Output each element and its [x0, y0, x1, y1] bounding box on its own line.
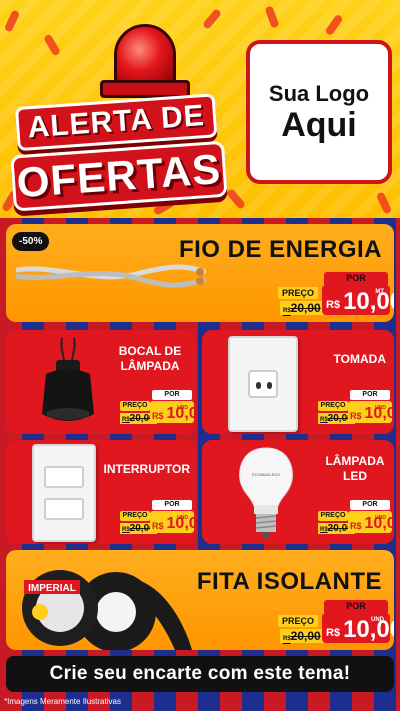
product-card-bocal[interactable]: BOCAL DE LÂMPADA POR PREÇO R$20,00 R$ 10… — [6, 330, 196, 434]
confetti-decoration — [324, 13, 344, 37]
por-label: POR — [350, 500, 390, 510]
unit-label: UND — [375, 405, 386, 411]
confetti-decoration — [375, 191, 393, 215]
old-price-currency: R$ — [320, 417, 328, 423]
current-price: R$ 10,00 MT — [322, 285, 394, 315]
lampholder-icon — [42, 338, 94, 421]
current-price: R$ 10,00 UND — [150, 511, 196, 533]
product-title: INTERRUPTOR — [103, 462, 190, 476]
product-title: FITA ISOLANTE — [196, 568, 382, 595]
currency-label: R$ — [326, 627, 341, 639]
product-card-tomada[interactable]: TOMADA POR PREÇO R$20,00 R$ 10,00 UND — [202, 330, 394, 434]
preco-label: PREÇO — [278, 615, 318, 627]
disclaimer-text: *Imagens Meramente Ilustrativas — [4, 697, 121, 706]
old-price-currency: R$ — [283, 308, 291, 314]
old-price-value: 20,00 — [290, 629, 321, 643]
current-price: R$ 10,00 UND — [150, 401, 196, 423]
wire-icon — [16, 264, 206, 288]
por-label: POR — [152, 500, 192, 510]
por-label: POR — [152, 390, 192, 400]
preco-label: PREÇO — [318, 511, 348, 521]
alert-title-line2: OFERTAS — [10, 140, 228, 212]
siren-icon — [96, 18, 192, 100]
bulb-brand-text: ECOMAXLEDS — [252, 472, 280, 477]
led-bulb-icon: ECOMAXLEDS — [239, 447, 293, 538]
outlet-icon — [228, 336, 298, 432]
flyer: ALERTA DE OFERTAS Sua Logo Aqui -50% FIO… — [0, 0, 400, 711]
old-price: R$20,00 — [280, 629, 324, 643]
current-price: R$ 10,00 UND — [348, 511, 394, 533]
currency-label: R$ — [152, 411, 164, 421]
preco-label: PREÇO — [120, 511, 150, 521]
logo-placeholder[interactable]: Sua Logo Aqui — [246, 40, 392, 184]
price-value: 10,00 — [343, 616, 394, 643]
product-title: LÂMPADA LED — [320, 454, 390, 484]
unit-label: UND — [177, 515, 188, 521]
currency-label: R$ — [326, 299, 341, 311]
price-block: POR PREÇO R$20,00 R$ 10,00 MT — [278, 272, 394, 318]
old-price-currency: R$ — [122, 417, 130, 423]
light-switch-icon — [32, 444, 96, 542]
unit-label: UND — [177, 405, 188, 411]
currency-label: R$ — [350, 411, 362, 421]
old-price-currency: R$ — [122, 527, 130, 533]
logo-text-line2: Aqui — [281, 106, 357, 144]
price-block: POR PREÇO R$20,00 R$ 10,00 UND — [316, 390, 394, 430]
tape-brand-text: IMPERIAL — [28, 583, 76, 594]
currency-label: R$ — [152, 521, 164, 531]
preco-label: PREÇO — [278, 287, 318, 299]
unit-label: UND — [371, 617, 384, 623]
product-card-lampada[interactable]: ECOMAXLEDS LÂMPADA LED POR PREÇO R$20,00… — [202, 440, 394, 544]
price-block: POR PREÇO R$20,00 R$ 10,00 UND — [316, 500, 394, 540]
product-card-interruptor[interactable]: INTERRUPTOR POR PREÇO R$20,00 R$ 10,00 U… — [6, 440, 196, 544]
por-label: POR — [350, 390, 390, 400]
old-price-currency: R$ — [320, 527, 328, 533]
product-title: TOMADA — [333, 352, 386, 366]
old-price: R$20,00 — [280, 301, 324, 315]
product-title-line2: LED — [343, 469, 367, 483]
logo-text-line1: Sua Logo — [268, 81, 370, 106]
product-title: BOCAL DE LÂMPADA — [110, 344, 190, 374]
unit-label: UND — [375, 515, 386, 521]
confetti-decoration — [264, 5, 280, 29]
preco-label: PREÇO — [120, 401, 150, 411]
price-block: POR PREÇO R$20,00 R$ 10,00 UND — [118, 390, 196, 430]
currency-label: R$ — [350, 521, 362, 531]
preco-label: PREÇO — [318, 401, 348, 411]
product-card-fio[interactable]: -50% FIO DE ENERGIA POR PREÇO R$20,00 R$… — [6, 224, 394, 322]
alert-title: ALERTA DE OFERTAS — [7, 92, 233, 212]
confetti-decoration — [201, 8, 223, 30]
product-title: FIO DE ENERGIA — [178, 236, 382, 263]
por-label: POR — [324, 272, 388, 285]
price-block: POR PREÇO R$20,00 R$ 10,00 UND — [278, 600, 394, 646]
price-value: 10,00 — [343, 288, 394, 315]
confetti-decoration — [43, 33, 61, 57]
discount-badge: -50% — [12, 232, 50, 251]
header-banner: ALERTA DE OFERTAS Sua Logo Aqui — [0, 0, 400, 218]
current-price: R$ 10,00 UND — [322, 613, 394, 643]
confetti-decoration — [3, 9, 21, 33]
por-label: POR — [324, 600, 388, 613]
product-title-line1: BOCAL DE — [118, 344, 182, 358]
old-price-currency: R$ — [283, 636, 291, 642]
old-price-value: 20,00 — [290, 301, 321, 315]
cta-banner[interactable]: Crie seu encarte com este tema! — [6, 656, 394, 692]
product-title-line1: LÂMPADA — [325, 454, 385, 468]
unit-label: MT — [375, 289, 384, 295]
product-card-fita[interactable]: IMPERIAL FITA ISOLANTE POR PREÇO R$20,00… — [6, 550, 394, 650]
current-price: R$ 10,00 UND — [348, 401, 394, 423]
price-block: POR PREÇO R$20,00 R$ 10,00 UND — [118, 500, 196, 540]
insulating-tape-icon: IMPERIAL — [22, 570, 192, 650]
product-title-line2: LÂMPADA — [120, 359, 180, 373]
confetti-decoration — [225, 188, 247, 210]
